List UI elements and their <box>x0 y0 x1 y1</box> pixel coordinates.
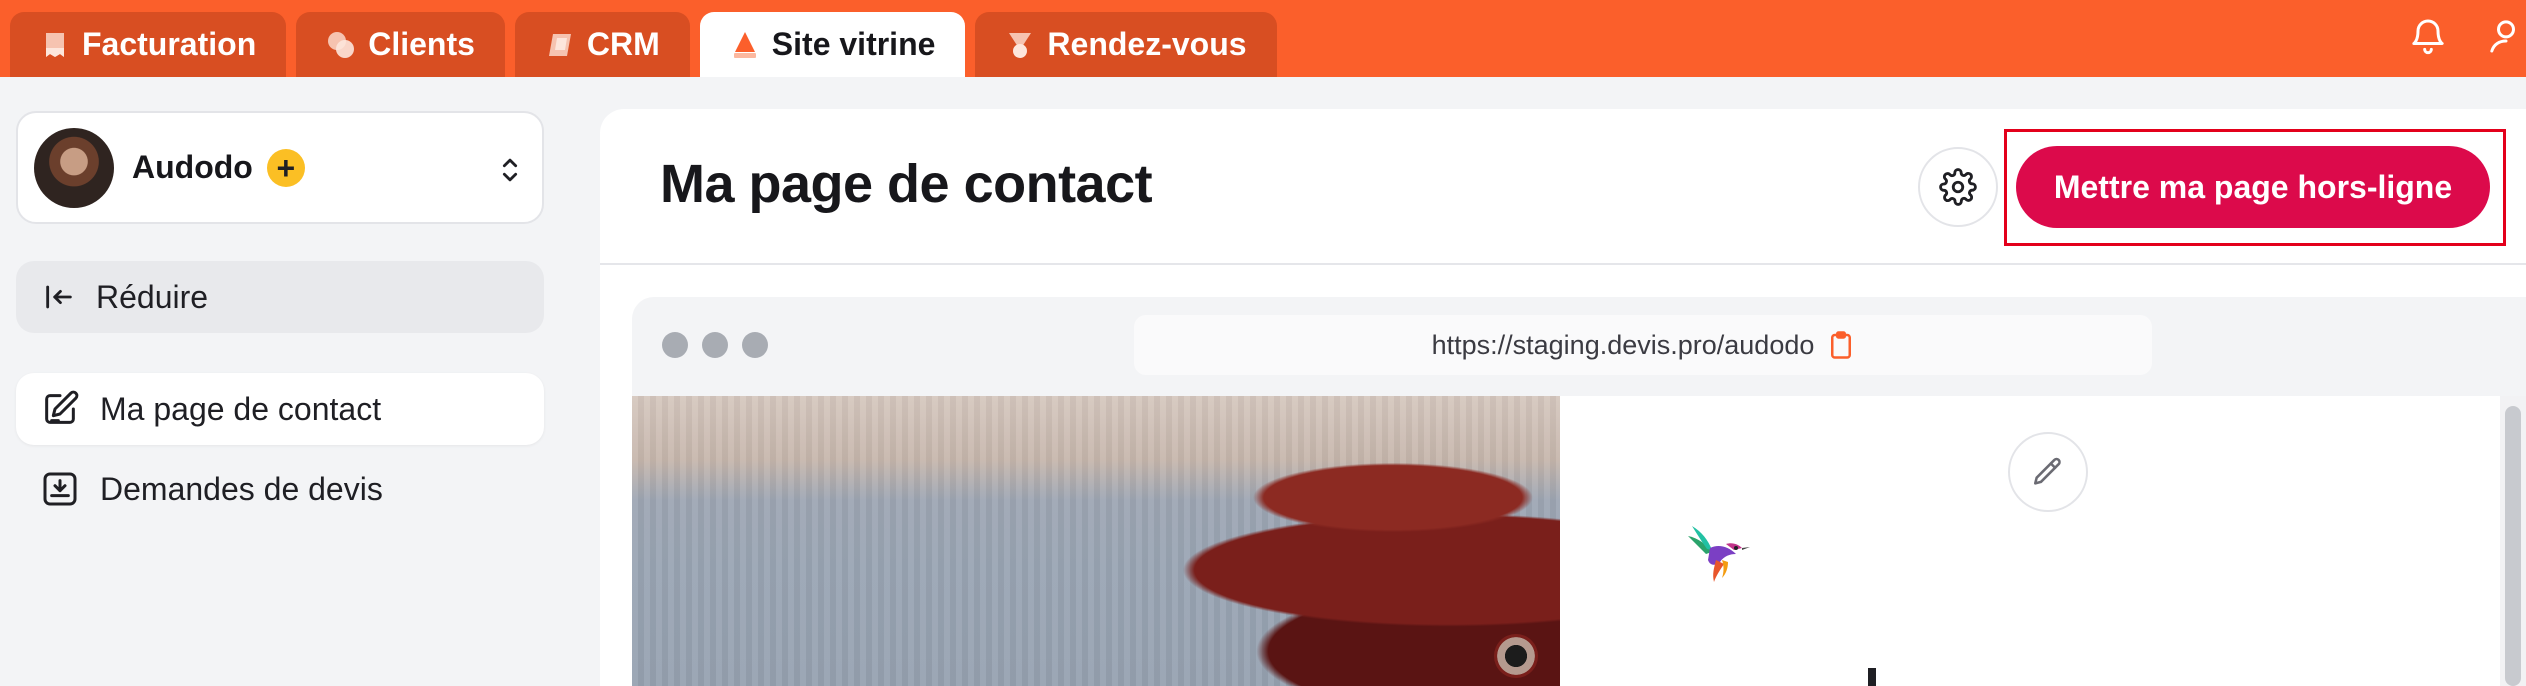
tab-label: Site vitrine <box>771 26 936 62</box>
preview-scrollbar[interactable] <box>2500 396 2526 686</box>
divider <box>600 263 2526 265</box>
browser-preview: https://staging.devis.pro/audodo <box>632 297 2526 686</box>
app-tabs: Facturation Clients CRM Site vitrine Ren… <box>10 12 1277 77</box>
workspace-name: Audodo <box>132 149 253 185</box>
top-bar: Facturation Clients CRM Site vitrine Ren… <box>0 0 2526 77</box>
image-detail <box>1494 634 1538 678</box>
page-title: Ma page de contact <box>660 154 1153 214</box>
user-icon[interactable] <box>2486 16 2526 56</box>
url-bar: https://staging.devis.pro/audodo <box>1134 315 2152 375</box>
sidebar-item-label: Ma page de contact <box>100 390 382 427</box>
sidebar-item-label: Demandes de devis <box>100 470 383 507</box>
top-actions <box>2408 16 2526 56</box>
workspace-switcher[interactable]: Audodo + <box>16 111 544 224</box>
page-url: https://staging.devis.pro/audodo <box>1431 329 1815 360</box>
window-dot <box>662 332 688 358</box>
bell-icon[interactable] <box>2408 16 2448 56</box>
crm-icon <box>548 33 571 56</box>
inbox-download-icon <box>43 472 77 506</box>
collapse-sidebar-button[interactable]: Réduire <box>16 261 544 333</box>
tab-label: Clients <box>368 26 475 62</box>
hummingbird-logo <box>1688 526 1750 582</box>
sidebar-item-quote-requests[interactable]: Demandes de devis <box>16 453 544 525</box>
edit-page-icon <box>45 390 79 424</box>
tab-label: Rendez-vous <box>1047 26 1247 62</box>
tab-label: Facturation <box>82 26 257 62</box>
tab-site-vitrine[interactable]: Site vitrine <box>699 12 966 77</box>
take-page-offline-button[interactable]: Mettre ma page hors-ligne <box>2016 146 2490 228</box>
pencil-icon <box>2033 457 2061 485</box>
tab-clients[interactable]: Clients <box>296 12 505 77</box>
site-icon <box>733 31 756 58</box>
invoice-icon <box>46 32 64 57</box>
scroll-thumb[interactable] <box>2505 406 2521 686</box>
tab-label: CRM <box>586 26 660 62</box>
tab-facturation[interactable]: Facturation <box>10 12 287 77</box>
settings-button[interactable] <box>1918 147 1998 227</box>
main-panel: Ma page de contact Mettre ma page hors-l… <box>600 109 2526 686</box>
site-preview <box>632 396 2526 686</box>
sidebar-item-contact-page[interactable]: Ma page de contact <box>16 373 544 445</box>
avatar <box>34 127 114 208</box>
collapse-left-icon <box>46 285 72 309</box>
preview-text-fragment <box>1868 668 1876 686</box>
hero-image <box>632 396 1560 686</box>
clients-icon <box>328 31 355 58</box>
tab-crm[interactable]: CRM <box>514 12 690 77</box>
gear-icon <box>1939 168 1977 206</box>
collapse-label: Réduire <box>96 278 209 315</box>
tab-rendez-vous[interactable]: Rendez-vous <box>975 12 1277 77</box>
window-dot <box>742 332 768 358</box>
appointment-icon <box>1009 32 1032 58</box>
plus-badge: + <box>266 148 305 187</box>
edit-button[interactable] <box>2008 432 2088 512</box>
chevron-updown-icon <box>502 158 518 182</box>
window-dot <box>702 332 728 358</box>
clipboard-icon[interactable] <box>1828 330 1854 360</box>
